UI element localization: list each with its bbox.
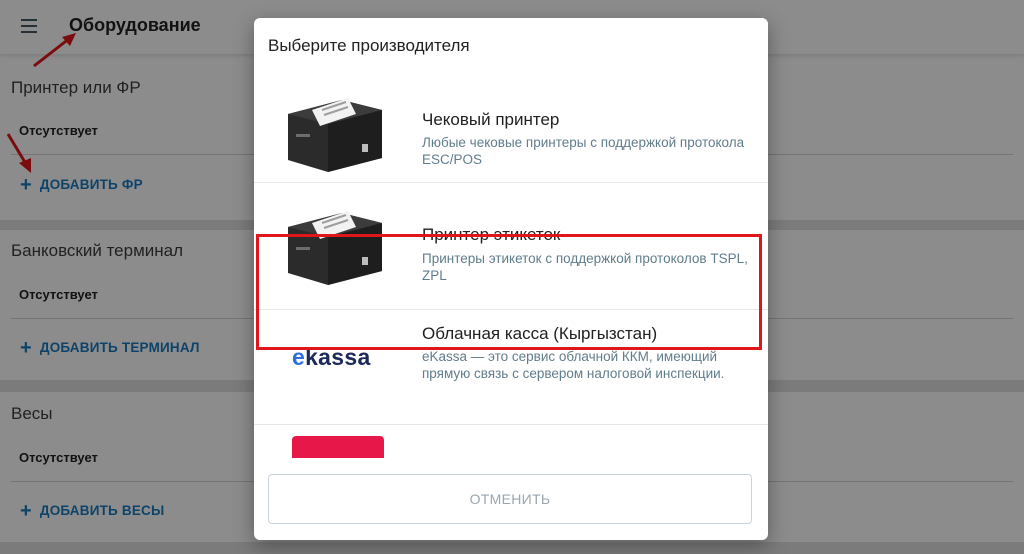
- receipt-printer-image: [288, 98, 382, 172]
- partial-logo-icon: [292, 436, 384, 458]
- manufacturer-list: Чековый принтер Любые чековые принтеры с…: [254, 72, 768, 458]
- divider: [254, 424, 768, 425]
- list-item-receipt-printer[interactable]: Чековый принтер Любые чековые принтеры с…: [254, 72, 768, 182]
- item-description: Любые чековые принтеры с поддержкой прот…: [422, 135, 745, 167]
- item-description: eKassa — это сервис облачной ККМ, имеющи…: [422, 349, 725, 381]
- annotation-highlight-box: [256, 234, 762, 350]
- dialog-title: Выберите производителя: [268, 36, 470, 55]
- item-title: Чековый принтер: [422, 110, 560, 129]
- choose-manufacturer-dialog: Выберите производителя Чековый принтер Л…: [254, 18, 768, 540]
- cancel-button[interactable]: ОТМЕНИТЬ: [268, 474, 752, 524]
